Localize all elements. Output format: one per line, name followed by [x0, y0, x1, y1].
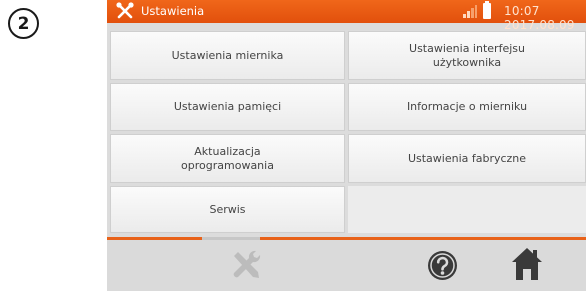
step-number: 2 — [17, 13, 30, 34]
user-interface-settings-button[interactable]: Ustawienia interfejsu użytkownika — [348, 31, 586, 80]
screen-title: Ustawienia — [141, 4, 205, 18]
bottom-toolbar — [107, 237, 586, 291]
software-update-button[interactable]: Aktualizacja oprogramowania — [110, 134, 345, 183]
meter-settings-button[interactable]: Ustawienia miernika — [110, 31, 345, 80]
empty-menu-slot — [348, 186, 586, 233]
memory-settings-button[interactable]: Ustawienia pamięci — [110, 83, 345, 131]
battery-icon — [483, 1, 491, 19]
device-screen: Ustawienia 10:07 2017.08.09 Ustawienia m… — [107, 0, 586, 291]
home-icon[interactable] — [511, 247, 543, 281]
factory-settings-button[interactable]: Ustawienia fabryczne — [348, 134, 586, 183]
title-bar: Ustawienia 10:07 2017.08.09 — [107, 0, 586, 32]
step-number-badge: 2 — [8, 8, 39, 39]
meter-info-button[interactable]: Informacje o mierniku — [348, 83, 586, 131]
help-icon[interactable] — [427, 250, 458, 281]
accent-divider — [107, 237, 586, 240]
tools-icon[interactable] — [229, 248, 263, 282]
active-tab-indicator — [202, 237, 260, 240]
service-button[interactable]: Serwis — [110, 186, 345, 233]
date-time: 10:07 2017.08.09 — [504, 4, 575, 32]
settings-menu: Ustawienia miernika Ustawienia interfejs… — [107, 31, 586, 233]
signal-bars-icon — [463, 5, 477, 18]
tools-icon — [116, 2, 134, 19]
